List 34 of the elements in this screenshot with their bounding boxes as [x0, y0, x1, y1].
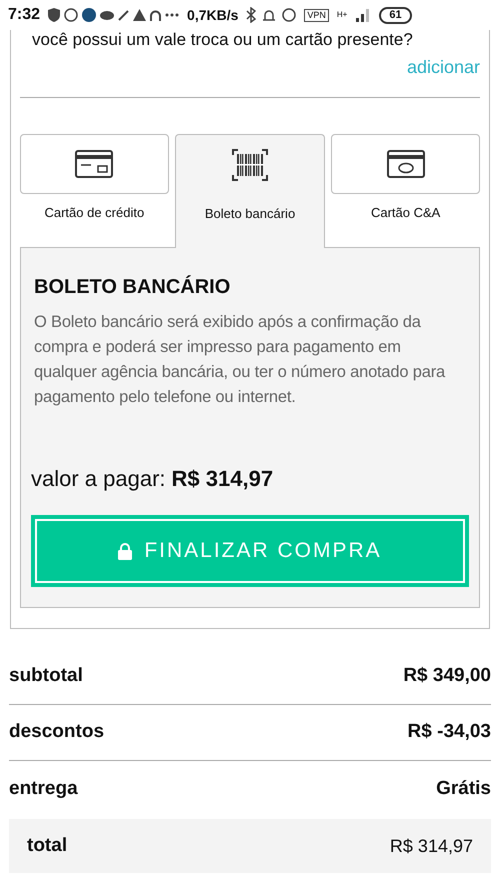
warning-icon — [133, 9, 146, 21]
vpn-indicator: VPN — [304, 8, 329, 22]
summary-value: Grátis — [436, 776, 491, 801]
battery-indicator: 61 — [379, 6, 412, 24]
network-type: H+ — [336, 11, 348, 19]
summary-label: descontos — [9, 720, 104, 744]
lock-icon — [118, 542, 132, 560]
summary-value: R$ 349,00 — [403, 664, 491, 688]
more-icon — [165, 13, 180, 17]
tab-label: Boleto bancário — [204, 205, 296, 223]
credit-card-icon — [75, 150, 114, 178]
signal-icon — [355, 8, 372, 22]
cloud-icon — [100, 10, 114, 20]
total-label: total — [27, 834, 68, 858]
barcode-icon — [232, 149, 268, 181]
panel-description: O Boleto bancário será exibido após a confirmação da compra e poderá ser impresso para pagamento em qualquer agência bancária, ou ter o número anotado para pagamento pelo telefone ou internet. — [33, 312, 446, 408]
total-value: R$ 314,97 — [390, 834, 473, 858]
shield-icon — [48, 8, 60, 22]
summary-label: entrega — [9, 776, 78, 801]
clock-time: 7:32 — [8, 5, 40, 25]
gift-card-question: você possui um vale troca ou um cartão presente? — [31, 30, 414, 50]
amount-value: R$ 314,97 — [172, 465, 274, 493]
tab-label: Cartão C&A — [370, 204, 440, 222]
panel-title: BOLETO BANCÁRIO — [33, 274, 232, 300]
payment-tab[interactable]: Boleto bancário — [174, 134, 326, 248]
summary-value: R$ -34,03 — [408, 720, 491, 744]
summary-label: subtotal — [9, 664, 83, 688]
amount-label: valor a pagar: — [31, 465, 166, 493]
tab-label: Cartão de crédito — [44, 204, 144, 222]
slash-icon — [118, 10, 130, 20]
network-speed: 0,7KB/s — [187, 6, 238, 24]
bluetooth-icon — [246, 7, 256, 23]
bell-icon — [262, 8, 276, 22]
store-card-icon — [386, 150, 425, 178]
